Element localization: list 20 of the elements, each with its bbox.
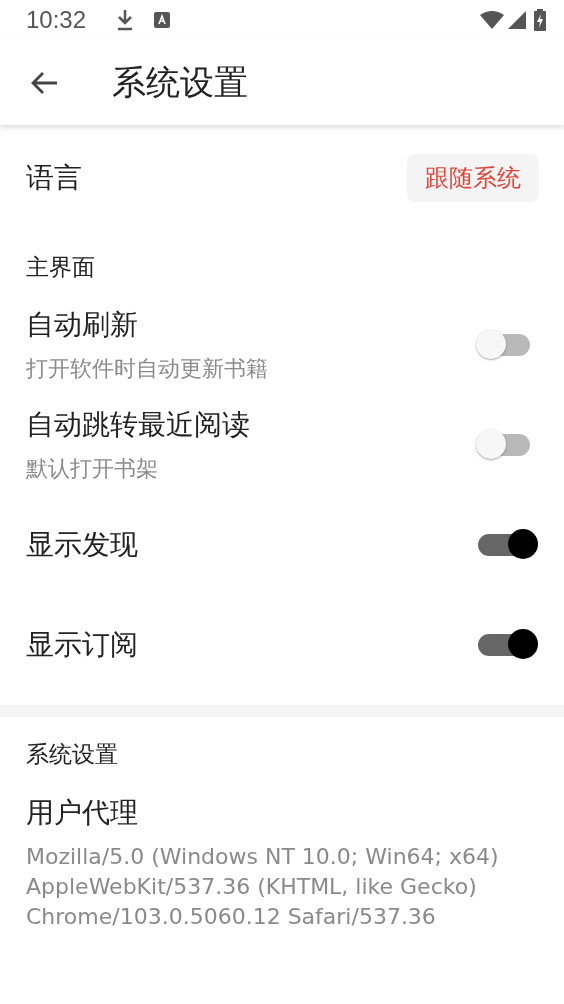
- setting-description: 默认打开书架: [26, 455, 159, 483]
- setting-value: Mozilla/5.0 (Windows NT 10.0; Win64; x64) AppleWebKit/537.36 (KHTML, like Gecko) Chrome/103.0.5060.12 Safari/537.36: [26, 843, 500, 931]
- setting-title: 用户代理: [26, 795, 139, 831]
- signal-icon: [508, 11, 526, 29]
- section-header: 主界面: [25, 253, 96, 282]
- battery-icon: [534, 9, 546, 31]
- download-icon: [116, 9, 135, 31]
- section-header: 系统设置: [25, 740, 119, 769]
- notification-icon: [154, 12, 171, 28]
- setting-title: 语言: [26, 159, 83, 196]
- setting-title: 自动刷新: [26, 307, 139, 343]
- back-arrow-icon: [30, 70, 58, 95]
- wifi-icon: [480, 11, 504, 29]
- setting-title: 自动跳转最近阅读: [26, 407, 251, 443]
- language-button[interactable]: 跟随系统: [407, 153, 539, 202]
- setting-title: 显示订阅: [26, 627, 139, 663]
- page-title: 系统设置: [112, 60, 248, 104]
- status-time: 10:32: [26, 6, 87, 34]
- setting-title: 显示发现: [26, 527, 139, 563]
- setting-description: 打开软件时自动更新书籍: [26, 355, 269, 383]
